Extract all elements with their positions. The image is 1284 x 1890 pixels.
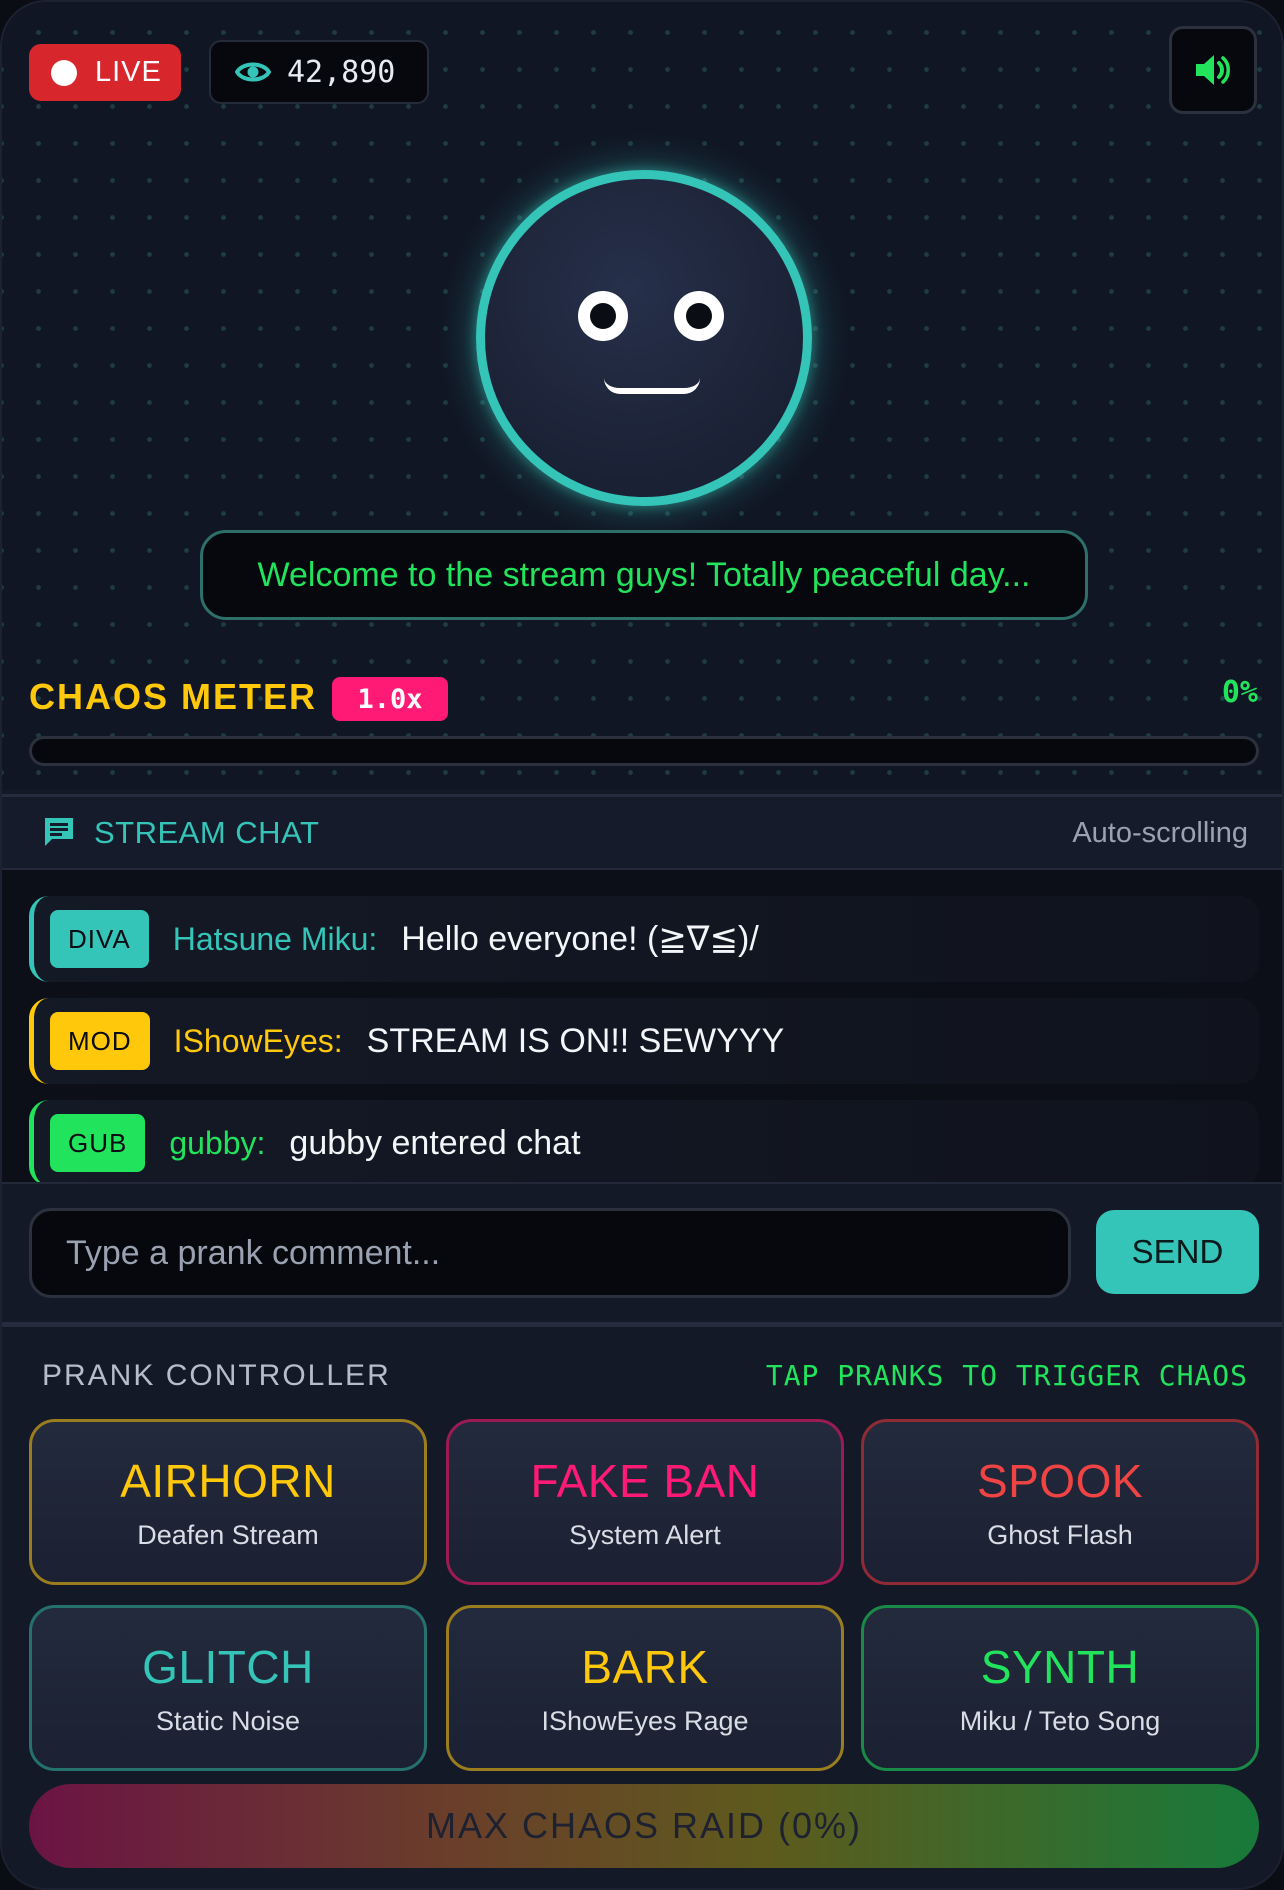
role-badge: MOD — [50, 1012, 150, 1070]
prank-controller-hint: TAP PRANKS TO TRIGGER CHAOS — [765, 1359, 1248, 1392]
role-badge: DIVA — [50, 910, 149, 968]
chaos-multiplier-badge: 1.0x — [332, 677, 448, 721]
chat-username[interactable]: gubby: — [169, 1125, 265, 1162]
speaker-volume-icon — [1196, 55, 1230, 85]
chat-text: gubby entered chat — [289, 1123, 581, 1162]
chaos-percent: 0% — [1221, 675, 1258, 710]
prank-description: Miku / Teto Song — [959, 1705, 1161, 1736]
send-button[interactable]: SEND — [1096, 1210, 1259, 1294]
streamer-avatar — [476, 170, 812, 506]
viewer-count: 42,890 — [287, 54, 396, 90]
chat-message: MOD IShowEyes: STREAM IS ON!! SEWYYY — [29, 998, 1259, 1084]
viewer-count-badge: 42,890 — [209, 40, 429, 104]
prank-description: Ghost Flash — [987, 1519, 1133, 1550]
chat-username[interactable]: IShowEyes: — [174, 1023, 343, 1060]
max-chaos-raid-button[interactable]: MAX CHAOS RAID (0%) — [29, 1784, 1259, 1868]
chat-text: STREAM IS ON!! SEWYYY — [366, 1021, 785, 1060]
prank-description: IShowEyes Rage — [541, 1705, 749, 1736]
right-eye — [674, 291, 724, 341]
chat-header: STREAM CHAT Auto-scrolling — [2, 794, 1282, 870]
prank-description: Deafen Stream — [137, 1519, 319, 1550]
app-frame: LIVE 42,890 Welcome to the stream guys! … — [0, 0, 1284, 1890]
prank-synth-button[interactable]: SYNTH Miku / Teto Song — [861, 1605, 1259, 1771]
mouth — [604, 372, 700, 394]
stream-view: LIVE 42,890 Welcome to the stream guys! … — [2, 2, 1282, 790]
prank-name: AIRHORN — [120, 1454, 336, 1507]
live-label: LIVE — [95, 56, 162, 88]
prank-name: SPOOK — [976, 1454, 1144, 1507]
chat-message: GUB gubby: gubby entered chat — [29, 1100, 1259, 1186]
record-dot-icon — [51, 59, 77, 86]
prank-description: Static Noise — [155, 1705, 301, 1736]
prank-name: SYNTH — [980, 1640, 1140, 1693]
chat-input[interactable] — [29, 1208, 1071, 1298]
sound-toggle-button[interactable] — [1169, 26, 1257, 114]
prank-bark-button[interactable]: BARK IShowEyes Rage — [446, 1605, 844, 1771]
prank-name: FAKE BAN — [530, 1454, 760, 1507]
prank-glitch-button[interactable]: GLITCH Static Noise — [29, 1605, 427, 1771]
role-badge: GUB — [50, 1114, 146, 1172]
live-badge: LIVE — [29, 44, 181, 101]
prank-description: System Alert — [569, 1519, 721, 1550]
chat-text: Hello everyone! (≧∇≦)/ — [401, 920, 759, 958]
chaos-meter-title: CHAOS METER — [29, 676, 318, 717]
prank-name: BARK — [581, 1640, 709, 1693]
chat-message: DIVA Hatsune Miku: Hello everyone! (≧∇≦)… — [29, 896, 1259, 982]
chat-input-row: SEND — [2, 1182, 1282, 1322]
chat-username[interactable]: Hatsune Miku: — [173, 921, 378, 958]
chat-title: STREAM CHAT — [94, 815, 320, 850]
prank-airhorn-button[interactable]: AIRHORN Deafen Stream — [29, 1419, 427, 1585]
chaos-meter-bar — [29, 736, 1259, 766]
prank-fake-ban-button[interactable]: FAKE BAN System Alert — [446, 1419, 844, 1585]
speech-bubble: Welcome to the stream guys! Totally peac… — [200, 530, 1088, 620]
avatar-face — [476, 170, 812, 506]
prank-controller-title: PRANK CONTROLLER — [42, 1359, 391, 1392]
left-eye — [578, 291, 628, 341]
chat-message-list[interactable]: DIVA Hatsune Miku: Hello everyone! (≧∇≦)… — [2, 870, 1282, 1186]
prank-name: GLITCH — [142, 1640, 314, 1693]
eye-icon — [235, 62, 271, 82]
auto-scroll-status: Auto-scrolling — [1072, 817, 1248, 849]
prank-spook-button[interactable]: SPOOK Ghost Flash — [861, 1419, 1259, 1585]
chat-bubble-icon — [45, 818, 73, 846]
